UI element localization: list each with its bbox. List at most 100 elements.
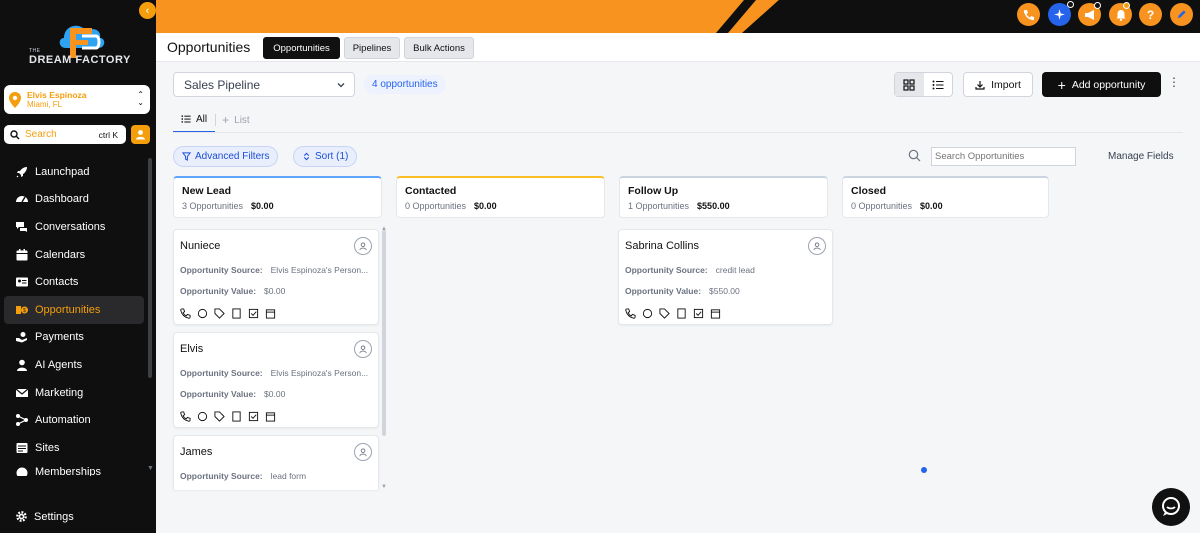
column-scrollbar[interactable] bbox=[382, 230, 386, 436]
stage-column-contacted: Contacted 0 Opportunities $0.00 bbox=[396, 176, 605, 218]
location-name: Elvis Espinoza bbox=[27, 89, 87, 100]
sidebar-search[interactable]: Search ctrl K bbox=[4, 125, 126, 144]
view-tab-all-label: All bbox=[196, 113, 208, 125]
sidebar-item-ai-agents[interactable]: AI Agents bbox=[4, 351, 144, 379]
chat-widget-button[interactable] bbox=[1152, 488, 1190, 526]
stage-column-closed: Closed 0 Opportunities $0.00 bbox=[842, 176, 1049, 218]
value-label: Opportunity Value: bbox=[180, 389, 257, 399]
opportunity-card[interactable]: James Opportunity Source: lead form bbox=[173, 435, 379, 490]
note-icon[interactable] bbox=[231, 308, 242, 319]
sidebar-item-settings[interactable]: Settings bbox=[15, 510, 74, 523]
tab-bulk-actions[interactable]: Bulk Actions bbox=[404, 37, 474, 59]
sidebar-item-memberships[interactable]: Memberships bbox=[4, 462, 144, 476]
assign-user-button[interactable] bbox=[354, 237, 372, 255]
source-value: Elvis Espinoza's Person... bbox=[270, 368, 369, 378]
sidebar-item-marketing[interactable]: Marketing bbox=[4, 379, 144, 407]
scroll-down-icon[interactable]: ▼ bbox=[381, 484, 387, 490]
sidebar-scrollbar[interactable] bbox=[148, 158, 152, 378]
opportunity-card[interactable]: Nuniece Opportunity Source: Elvis Espinoz… bbox=[173, 229, 379, 325]
source-label: Opportunity Source: bbox=[625, 265, 708, 275]
sort-button[interactable]: Sort (1) bbox=[293, 146, 358, 167]
sidebar-item-launchpad[interactable]: Launchpad bbox=[4, 158, 144, 186]
message-icon[interactable] bbox=[197, 411, 208, 422]
note-icon[interactable] bbox=[231, 411, 242, 422]
sidebar-item-payments[interactable]: Payments bbox=[4, 324, 144, 352]
sidebar-item-label: Automation bbox=[35, 414, 91, 427]
sidebar-item-opportunities[interactable]: $ Opportunities bbox=[4, 295, 144, 324]
task-icon[interactable] bbox=[693, 308, 704, 319]
phone-icon[interactable] bbox=[180, 308, 191, 319]
message-icon[interactable] bbox=[642, 308, 653, 319]
add-opportunity-button[interactable]: + Add opportunity bbox=[1042, 72, 1161, 97]
automation-icon bbox=[16, 414, 28, 427]
search-icon bbox=[908, 149, 921, 162]
source-value: credit lead bbox=[715, 265, 755, 275]
pipeline-select[interactable]: Sales Pipeline bbox=[173, 72, 355, 97]
opportunity-value: $0.00 bbox=[264, 286, 286, 296]
source-value: Elvis Espinoza's Person... bbox=[270, 265, 369, 275]
main-content: Sales Pipeline 4 opportunities Import + … bbox=[156, 62, 1200, 533]
location-switcher[interactable]: Elvis Espinoza Miami, FL ⌃ ⌄ bbox=[4, 85, 150, 114]
assign-user-button[interactable] bbox=[354, 340, 372, 358]
tag-icon[interactable] bbox=[214, 308, 225, 319]
tab-opportunities[interactable]: Opportunities bbox=[263, 37, 340, 59]
opportunity-card[interactable]: Sabrina Collins Opportunity Source: credi… bbox=[618, 229, 833, 325]
board-view-button[interactable] bbox=[895, 73, 924, 96]
search-icon bbox=[10, 129, 20, 139]
sidebar-item-contacts[interactable]: Contacts bbox=[4, 268, 144, 296]
sidebar-item-label: Conversations bbox=[35, 220, 106, 233]
assign-user-button[interactable] bbox=[354, 443, 372, 461]
contacts-icon bbox=[16, 277, 28, 287]
note-icon[interactable] bbox=[676, 308, 687, 319]
phone-icon[interactable] bbox=[625, 308, 636, 319]
stage-column-follow-up: Follow Up 1 Opportunities $550.00 bbox=[619, 176, 828, 218]
add-list-view-button[interactable]: + List bbox=[222, 113, 250, 133]
chevron-up-down-icon: ⌃ ⌄ bbox=[137, 90, 144, 107]
opportunity-card[interactable]: Elvis Opportunity Source: Elvis Espinoza'… bbox=[173, 332, 379, 428]
message-icon[interactable] bbox=[197, 308, 208, 319]
download-icon bbox=[975, 80, 985, 90]
assign-user-button[interactable] bbox=[808, 237, 826, 255]
appointment-icon[interactable] bbox=[265, 411, 276, 422]
sort-icon bbox=[303, 152, 310, 161]
advanced-filters-button[interactable]: Advanced Filters bbox=[173, 146, 279, 167]
appointment-icon[interactable] bbox=[265, 308, 276, 319]
tag-icon[interactable] bbox=[659, 308, 670, 319]
source-value: lead form bbox=[270, 471, 307, 481]
stage-title: Contacted bbox=[405, 185, 457, 197]
view-toggle bbox=[894, 72, 953, 97]
collapse-sidebar-button[interactable]: ‹ bbox=[139, 2, 156, 19]
task-icon[interactable] bbox=[248, 411, 259, 422]
page-title: Opportunities bbox=[167, 39, 251, 55]
import-button[interactable]: Import bbox=[963, 72, 1033, 97]
help-button[interactable]: ? bbox=[1139, 3, 1162, 26]
view-tab-all[interactable]: All bbox=[173, 113, 216, 133]
list-view-button[interactable] bbox=[924, 73, 953, 96]
opportunities-icon: $ bbox=[16, 305, 28, 314]
opportunity-name: Elvis bbox=[180, 343, 204, 355]
pipeline-select-value: Sales Pipeline bbox=[184, 77, 261, 92]
sidebar-item-label: Memberships bbox=[35, 465, 102, 476]
sidebar-item-automation[interactable]: Automation bbox=[4, 406, 144, 434]
sidebar-item-conversations[interactable]: Conversations bbox=[4, 213, 144, 241]
source-label: Opportunity Source: bbox=[180, 368, 263, 378]
tag-icon[interactable] bbox=[214, 411, 225, 422]
phone-button[interactable] bbox=[1017, 3, 1040, 26]
gear-icon bbox=[16, 511, 27, 522]
opportunity-name: Nuniece bbox=[180, 240, 221, 252]
phone-icon[interactable] bbox=[180, 411, 191, 422]
appointment-icon[interactable] bbox=[710, 308, 721, 319]
task-icon[interactable] bbox=[248, 308, 259, 319]
manage-fields-button[interactable]: Manage Fields bbox=[1108, 151, 1174, 162]
scroll-down-icon[interactable]: ▼ bbox=[147, 465, 154, 472]
sidebar-item-dashboard[interactable]: Dashboard bbox=[4, 186, 144, 214]
tab-pipelines[interactable]: Pipelines bbox=[344, 37, 400, 59]
sidebar-item-label: Payments bbox=[35, 331, 84, 344]
sidebar-item-calendars[interactable]: Calendars bbox=[4, 241, 144, 269]
svg-text:$: $ bbox=[23, 308, 26, 314]
profile-button[interactable] bbox=[1170, 3, 1193, 26]
user-avatar-button[interactable] bbox=[131, 125, 150, 144]
more-options-icon[interactable]: ⋮ bbox=[1168, 75, 1180, 89]
search-opportunities-input[interactable] bbox=[931, 147, 1076, 166]
sidebar-item-sites[interactable]: Sites bbox=[4, 434, 144, 462]
